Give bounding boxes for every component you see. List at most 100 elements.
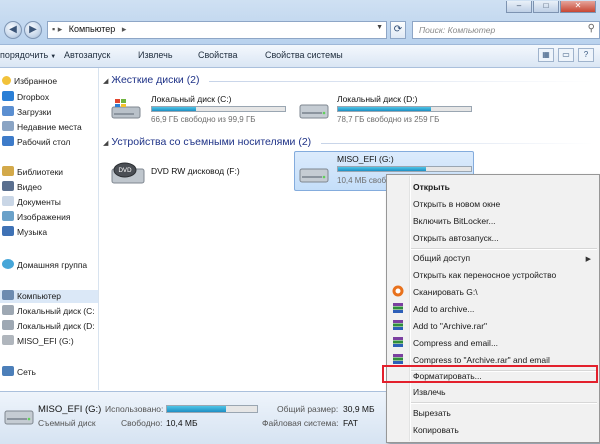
organize-button[interactable]: порядочить ▼ xyxy=(0,50,56,60)
search-icon: ⚲ xyxy=(587,23,595,34)
dvd-drive-icon: DVD xyxy=(111,162,145,184)
menu-portable[interactable]: Открыть как переносное устройство xyxy=(413,270,556,280)
divider xyxy=(321,143,594,144)
fs-value: FAT xyxy=(343,418,358,428)
menu-bitlocker[interactable]: Включить BitLocker... xyxy=(413,216,496,226)
maximize-button[interactable]: □ xyxy=(533,1,559,13)
desktop-icon xyxy=(2,136,14,146)
removable-group-header[interactable]: ◢ Устройства со съемными носителями (2) xyxy=(103,136,311,148)
refresh-button[interactable]: ⟳ xyxy=(390,21,406,39)
nav-recent[interactable]: Недавние места xyxy=(2,121,82,134)
fs-label: Файловая система: xyxy=(262,418,339,428)
properties-button[interactable]: Свойства xyxy=(198,50,238,60)
star-icon xyxy=(2,76,11,85)
search-input[interactable]: Поиск: Компьютер ⚲ xyxy=(412,21,600,39)
hdd-group-header[interactable]: ◢ Жесткие диски (2) xyxy=(103,74,200,86)
svg-text:DVD: DVD xyxy=(118,167,132,174)
hard-drive-icon xyxy=(2,305,14,315)
homegroup-icon xyxy=(2,259,14,269)
back-button[interactable]: ◀ xyxy=(4,21,22,39)
usage-bar-d xyxy=(337,106,472,112)
nav-disk-d[interactable]: Локальный диск (D: xyxy=(2,320,95,333)
menu-compress-rar-email[interactable]: Compress to "Archive.rar" and email xyxy=(413,355,550,365)
menu-open[interactable]: Открыть xyxy=(413,182,450,192)
view-options-icon[interactable]: ▦ xyxy=(538,48,554,62)
drive-free: 66,9 ГБ свободно из 99,9 ГБ xyxy=(151,115,256,124)
menu-cut[interactable]: Вырезать xyxy=(413,408,451,418)
menu-autorun[interactable]: Открыть автозапуск... xyxy=(413,233,499,243)
submenu-arrow-icon: ▶ xyxy=(585,256,591,263)
eject-button[interactable]: Извлечь xyxy=(138,50,173,60)
nav-music[interactable]: Музыка xyxy=(2,226,47,239)
help-icon[interactable]: ? xyxy=(578,48,594,62)
breadcrumb-computer[interactable]: Компьютер xyxy=(69,24,116,34)
window-controls: – □ ✕ xyxy=(505,0,596,13)
usage-bar-miso xyxy=(337,166,472,172)
system-properties-button[interactable]: Свойства системы xyxy=(265,50,343,60)
hard-drive-icon xyxy=(299,104,329,119)
nav-disk-c[interactable]: Локальный диск (С: xyxy=(2,305,95,318)
winrar-icon xyxy=(393,303,403,313)
nav-dropbox[interactable]: Dropbox xyxy=(2,91,49,104)
computer-icon xyxy=(2,290,14,300)
menu-add-rar[interactable]: Add to "Archive.rar" xyxy=(413,321,487,331)
context-menu: Открыть Открыть в новом окне Включить Bi… xyxy=(386,174,600,443)
drive-name: MISO_EFI (G:) xyxy=(337,154,394,164)
libraries-icon xyxy=(2,166,14,176)
minimize-button[interactable]: – xyxy=(506,1,532,13)
music-icon xyxy=(2,226,14,236)
usage-bar-c xyxy=(151,106,286,112)
menu-share[interactable]: Общий доступ xyxy=(413,253,470,263)
drive-name: Локальный диск (D:) xyxy=(337,94,418,104)
autorun-button[interactable]: Автозапуск xyxy=(64,50,110,60)
nav-libraries[interactable]: Библиотеки xyxy=(2,166,63,179)
usb-drive-icon xyxy=(4,410,34,425)
divider xyxy=(209,81,594,82)
antivirus-icon xyxy=(392,285,404,297)
chevron-down-icon: ◢ xyxy=(103,140,109,147)
nav-homegroup[interactable]: Домашняя группа xyxy=(2,259,87,272)
nav-downloads[interactable]: Загрузки xyxy=(2,106,51,119)
menu-scan[interactable]: Сканировать G:\ xyxy=(413,287,478,297)
nav-favorites[interactable]: Избранное xyxy=(2,76,57,89)
menu-separator xyxy=(411,248,597,250)
chevron-down-icon: ▼ xyxy=(50,54,57,60)
chevron-right-icon[interactable]: ▸ xyxy=(122,24,127,34)
free-label: Свободно: xyxy=(121,418,163,428)
usb-drive-icon xyxy=(299,168,329,183)
window-titlebar: ◀ ▶ ▪ ▸ Компьютер ▸ ▼ ⟳ Поиск: Компьютер… xyxy=(0,0,600,45)
menu-add-archive[interactable]: Add to archive... xyxy=(413,304,474,314)
free-value: 10,4 МБ xyxy=(166,418,198,428)
size-label: Общий размер: xyxy=(277,404,339,414)
nav-miso[interactable]: MISO_EFI (G:) xyxy=(2,335,74,348)
usb-drive-icon xyxy=(2,335,14,345)
drive-name: Локальный диск (C:) xyxy=(151,94,232,104)
windows-drive-icon xyxy=(111,99,141,119)
hard-drive-icon xyxy=(2,320,14,330)
menu-open-new-window[interactable]: Открыть в новом окне xyxy=(413,199,500,209)
menu-copy[interactable]: Копировать xyxy=(413,425,459,435)
address-bar[interactable]: ▪ ▸ Компьютер ▸ ▼ xyxy=(47,21,387,39)
nav-images[interactable]: Изображения xyxy=(2,211,70,224)
winrar-icon xyxy=(393,320,403,330)
winrar-icon xyxy=(393,354,403,364)
nav-documents[interactable]: Документы xyxy=(2,196,61,209)
menu-eject[interactable]: Извлечь xyxy=(413,387,446,397)
network-icon xyxy=(2,366,14,376)
preview-pane-icon[interactable]: ▭ xyxy=(558,48,574,62)
computer-icon: ▪ ▸ xyxy=(52,24,63,34)
dropbox-icon xyxy=(2,91,14,101)
close-button[interactable]: ✕ xyxy=(560,1,596,13)
size-value: 30,9 МБ xyxy=(343,404,375,414)
menu-separator xyxy=(411,402,597,404)
nav-video[interactable]: Видео xyxy=(2,181,42,194)
drive-name: DVD RW дисковод (F:) xyxy=(151,166,240,176)
forward-button[interactable]: ▶ xyxy=(24,21,42,39)
chevron-down-icon[interactable]: ▼ xyxy=(376,24,383,31)
video-icon xyxy=(2,181,14,191)
nav-computer[interactable]: Компьютер xyxy=(0,290,98,303)
nav-network[interactable]: Сеть xyxy=(2,366,36,379)
menu-compress-email[interactable]: Compress and email... xyxy=(413,338,498,348)
search-placeholder: Поиск: Компьютер xyxy=(419,25,496,35)
nav-desktop[interactable]: Рабочий стол xyxy=(2,136,70,149)
